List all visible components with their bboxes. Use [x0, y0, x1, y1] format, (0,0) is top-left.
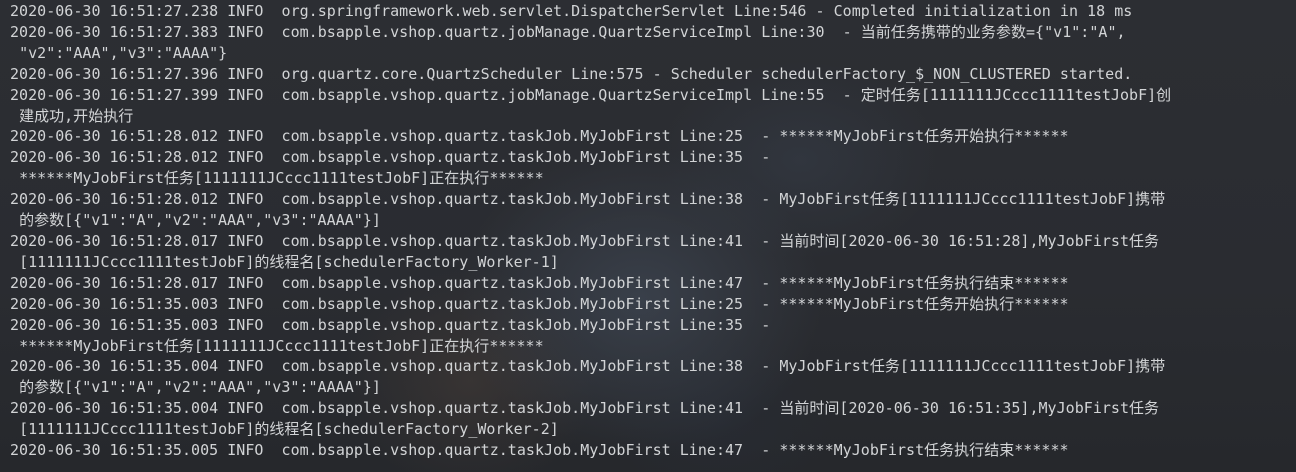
log-line: 2020-06-30 16:51:27.399 INFO com.bsapple…: [10, 85, 1172, 104]
log-line: 2020-06-30 16:51:28.012 INFO com.bsapple…: [10, 127, 1069, 146]
log-line: 2020-06-30 16:51:27.383 INFO com.bsapple…: [10, 22, 1126, 41]
log-lines-container: 2020-06-30 16:51:27.238 INFO org.springf…: [10, 1, 1292, 461]
log-line: 2020-06-30 16:51:28.017 INFO com.bsapple…: [10, 273, 1069, 292]
log-line-continuation: 建成功,开始执行: [10, 106, 134, 125]
log-line-continuation: ******MyJobFirst任务[1111111JCccc1111testJ…: [10, 336, 544, 355]
log-line-continuation: ******MyJobFirst任务[1111111JCccc1111testJ…: [10, 169, 544, 188]
log-line: 2020-06-30 16:51:35.003 INFO com.bsapple…: [10, 294, 1069, 313]
log-line-continuation: [1111111JCccc1111testJobF]的线程名[scheduler…: [10, 252, 559, 271]
log-line: 2020-06-30 16:51:27.238 INFO org.springf…: [10, 2, 1133, 20]
console-output-panel[interactable]: 2020-06-30 16:51:27.238 INFO org.springf…: [0, 0, 1296, 472]
log-line: 2020-06-30 16:51:28.012 INFO com.bsapple…: [10, 190, 1166, 209]
log-line: 2020-06-30 16:51:35.005 INFO com.bsapple…: [10, 441, 1069, 460]
log-line: 2020-06-30 16:51:27.396 INFO org.quartz.…: [10, 64, 1133, 83]
log-line-continuation: "v2":"AAA","v3":"AAAA"}: [10, 43, 228, 62]
log-line: 2020-06-30 16:51:28.012 INFO com.bsapple…: [10, 148, 771, 167]
log-line-continuation: 的参数[{"v1":"A","v2":"AAA","v3":"AAAA"}]: [10, 211, 381, 230]
log-line: 2020-06-30 16:51:35.004 INFO com.bsapple…: [10, 357, 1166, 376]
log-line-continuation: 的参数[{"v1":"A","v2":"AAA","v3":"AAAA"}]: [10, 378, 381, 397]
log-line-continuation: [1111111JCccc1111testJobF]的线程名[scheduler…: [10, 420, 559, 439]
log-line: 2020-06-30 16:51:28.017 INFO com.bsapple…: [10, 231, 1160, 250]
log-line: 2020-06-30 16:51:35.003 INFO com.bsapple…: [10, 315, 771, 334]
log-line: 2020-06-30 16:51:35.004 INFO com.bsapple…: [10, 399, 1160, 418]
